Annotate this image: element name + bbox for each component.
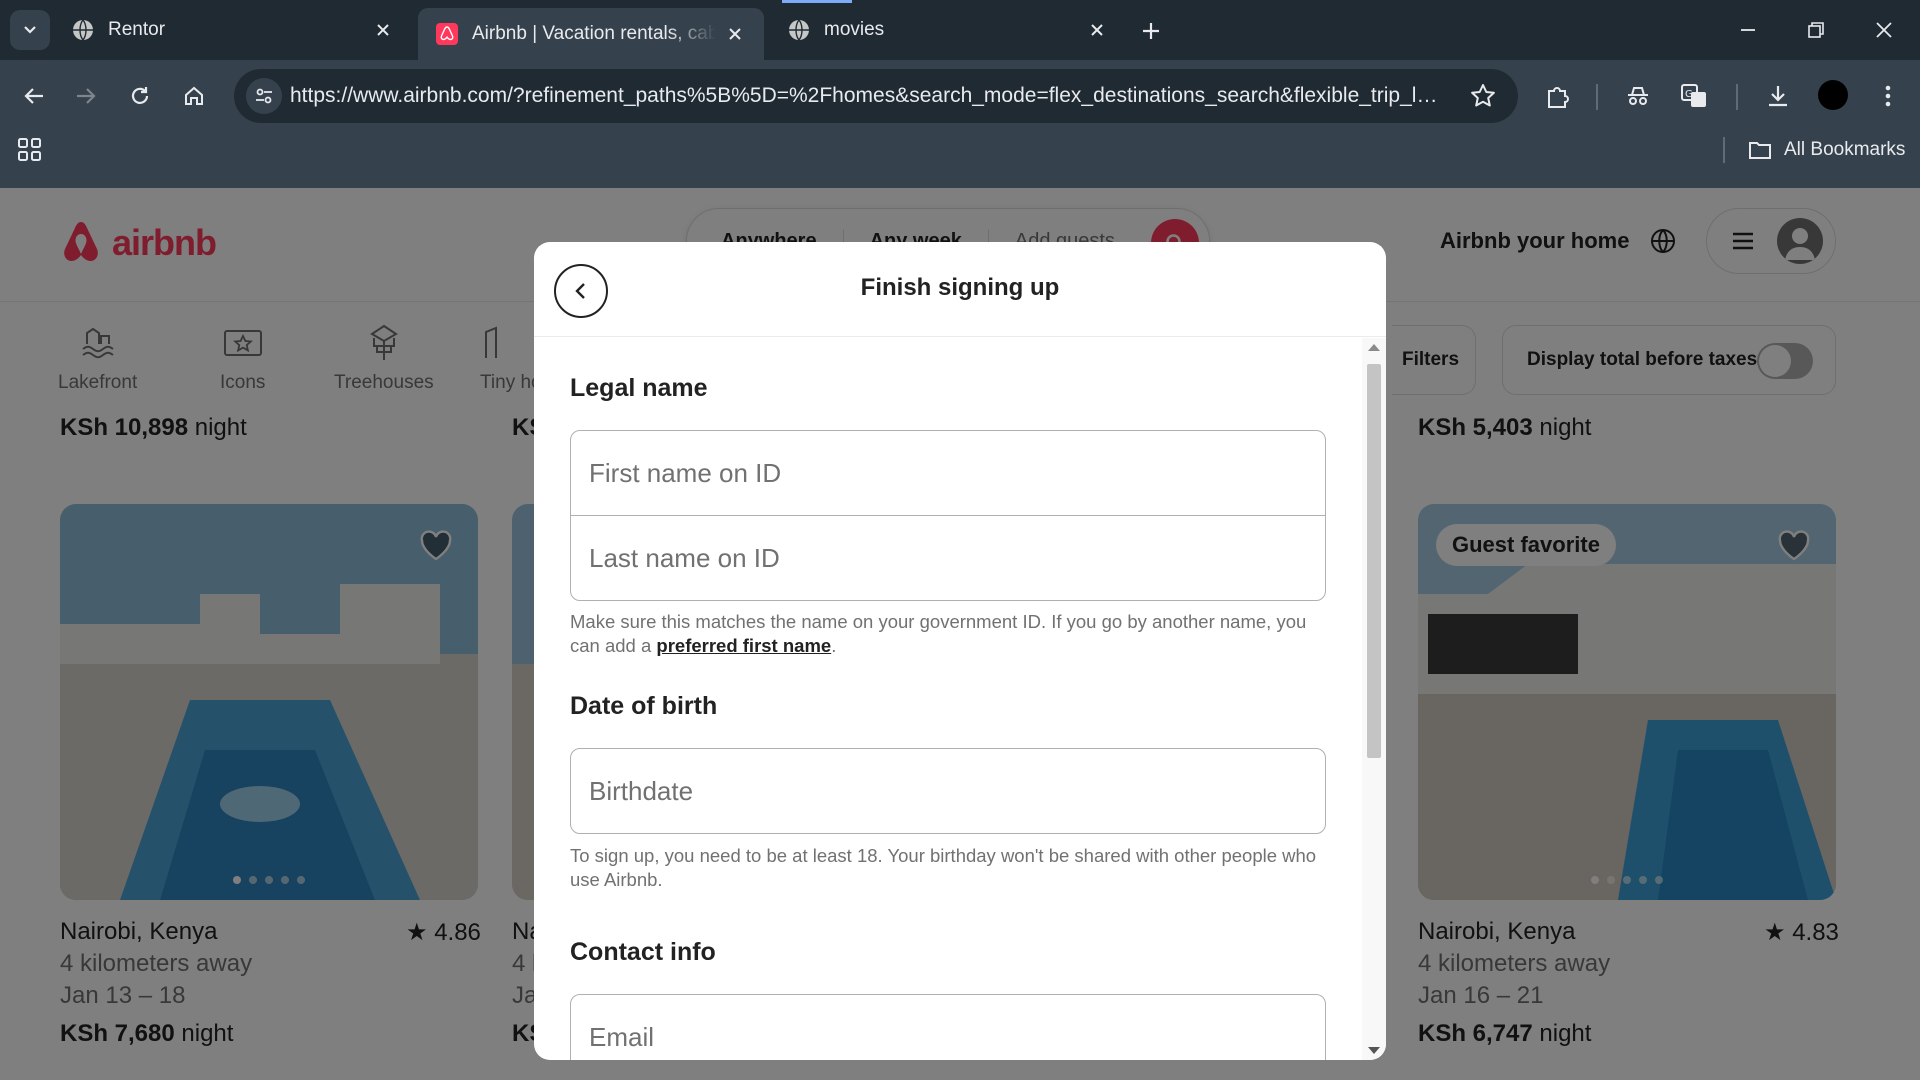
signup-form: Legal name Make sure this matches the na… — [534, 338, 1386, 1060]
incognito-icon — [1628, 87, 1648, 105]
toolbar-divider — [1596, 84, 1598, 110]
globe-icon — [72, 19, 94, 41]
close-tab-icon[interactable] — [724, 23, 746, 45]
url-text: https://www.airbnb.com/?refinement_paths… — [290, 84, 1440, 107]
tab-airbnb[interactable]: Airbnb | Vacation rentals, cabins, beach… — [418, 8, 764, 60]
back-button[interactable] — [14, 76, 54, 116]
close-tab-icon[interactable] — [1086, 19, 1108, 41]
modal-scrollbar[interactable] — [1362, 338, 1386, 1060]
site-settings-icon[interactable] — [246, 78, 282, 114]
bookmark-star-icon[interactable] — [1470, 83, 1496, 109]
address-bar[interactable]: https://www.airbnb.com/?refinement_paths… — [234, 69, 1518, 123]
arrow-left-icon — [24, 88, 43, 104]
tab-title: Rentor — [108, 19, 166, 40]
browser-toolbar: https://www.airbnb.com/?refinement_paths… — [0, 60, 1920, 188]
folder-icon — [1749, 142, 1771, 159]
home-icon — [185, 86, 203, 105]
downloads-button[interactable] — [1758, 76, 1798, 116]
home-button[interactable] — [174, 76, 214, 116]
date-of-birth-heading: Date of birth — [570, 692, 718, 720]
browser-tab-bar: Rentor Airbnb | Vacation rentals, cabins… — [0, 0, 1920, 60]
extensions-button[interactable] — [1538, 76, 1578, 116]
bookmarks-divider — [1723, 137, 1725, 163]
minimize-button[interactable] — [1732, 14, 1764, 46]
new-tab-button[interactable] — [1136, 16, 1166, 46]
tab-title: Airbnb | Vacation rentals, cabins, beach… — [472, 23, 716, 44]
close-window-button[interactable] — [1868, 14, 1900, 46]
legal-name-heading: Legal name — [570, 374, 708, 402]
birthdate-help: To sign up, you need to be at least 18. … — [570, 845, 1317, 890]
arrow-right-icon — [77, 88, 96, 104]
tab-search-button[interactable] — [10, 10, 50, 50]
tab-loading-indicator — [782, 0, 852, 3]
scroll-up-arrow-icon[interactable] — [1368, 344, 1380, 351]
all-bookmarks-label: All Bookmarks — [1784, 139, 1906, 160]
contact-info-heading: Contact info — [570, 938, 716, 966]
reload-button[interactable] — [120, 76, 160, 116]
birthdate-input[interactable] — [589, 775, 1325, 807]
more-vertical-icon — [1885, 85, 1891, 107]
close-tab-icon[interactable] — [372, 19, 394, 41]
email-field[interactable] — [570, 994, 1326, 1060]
forward-button[interactable] — [66, 76, 106, 116]
last-name-input[interactable] — [589, 542, 1325, 574]
tab-title: movies — [824, 19, 885, 40]
plus-icon — [1143, 23, 1159, 39]
email-input[interactable] — [589, 1021, 1325, 1053]
restore-button[interactable] — [1800, 14, 1832, 46]
browser-menu-button[interactable] — [1868, 76, 1908, 116]
scroll-thumb[interactable] — [1367, 364, 1381, 758]
download-icon — [1769, 86, 1787, 107]
legal-name-help: Make sure this matches the name on your … — [570, 611, 1307, 656]
airbnb-icon — [436, 23, 458, 45]
modal-header: Finish signing up — [534, 242, 1386, 337]
apps-grid-icon[interactable] — [16, 136, 44, 164]
first-name-input[interactable] — [589, 457, 1325, 489]
tab-movies[interactable]: movies — [770, 8, 1126, 52]
scroll-down-arrow-icon[interactable] — [1368, 1047, 1380, 1054]
reload-icon — [131, 87, 149, 104]
modal-title: Finish signing up — [860, 274, 1060, 301]
incognito-button[interactable] — [1618, 76, 1658, 116]
chevron-down-icon — [24, 26, 36, 34]
translate-button[interactable]: G — [1674, 76, 1714, 116]
close-icon — [1876, 22, 1892, 38]
translate-icon: G — [1681, 84, 1706, 107]
first-name-field[interactable] — [570, 430, 1326, 516]
toolbar-divider — [1736, 84, 1738, 110]
profile-avatar[interactable] — [1818, 80, 1848, 110]
tab-rentor[interactable]: Rentor — [54, 8, 412, 52]
finish-signup-modal: Finish signing up Legal name Make sure t… — [534, 242, 1386, 1060]
minimize-icon — [1741, 29, 1755, 31]
all-bookmarks-button[interactable]: All Bookmarks — [1748, 134, 1905, 166]
globe-icon — [788, 19, 810, 41]
restore-icon — [1808, 22, 1824, 38]
birthdate-field[interactable] — [570, 748, 1326, 834]
preferred-first-name-link[interactable]: preferred first name — [656, 635, 831, 656]
svg-text:G: G — [1685, 89, 1693, 100]
last-name-field[interactable] — [570, 515, 1326, 601]
puzzle-icon — [1548, 87, 1569, 108]
